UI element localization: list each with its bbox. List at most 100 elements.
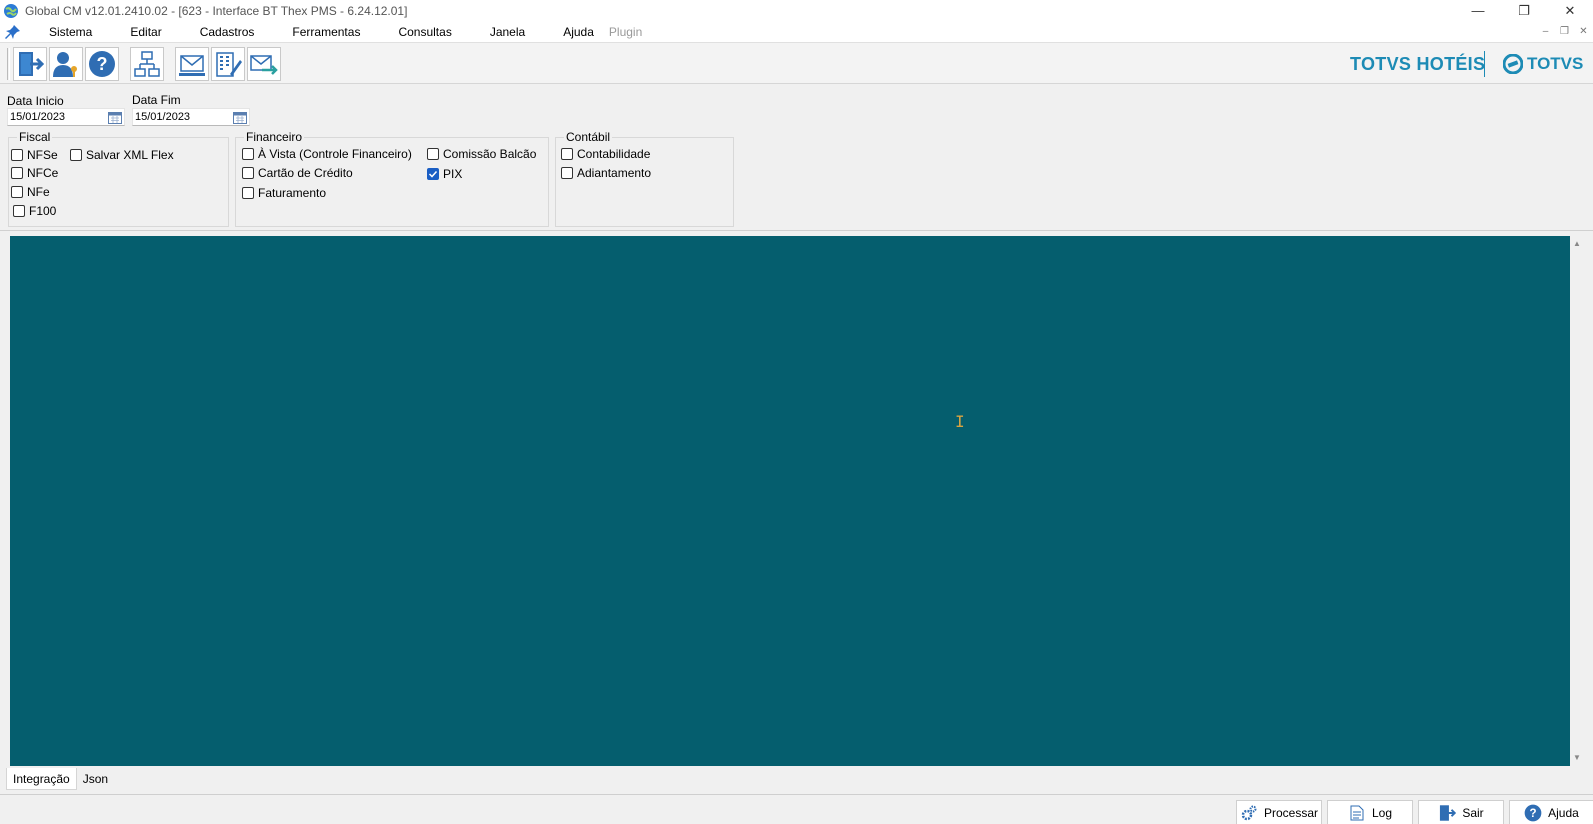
envelope-icon <box>179 55 205 76</box>
financeiro-group-title: Financeiro <box>244 130 305 144</box>
pix-label: PIX <box>443 167 463 181</box>
totvs-logo-icon <box>1503 54 1523 74</box>
contabilidade-label: Contabilidade <box>577 147 651 161</box>
mdi-controls: – ❐ ✕ <box>1536 23 1593 39</box>
mdi-minimize-button[interactable]: – <box>1536 23 1555 39</box>
toolbar: ? TOTVS HOTÉIS TOTVS <box>0 42 1593 84</box>
nfce-checkbox[interactable]: NFCe <box>11 166 58 180</box>
ajuda-button[interactable]: ? Ajuda <box>1509 800 1593 824</box>
calendar-icon[interactable] <box>108 111 122 124</box>
exit-door-icon <box>1438 804 1457 822</box>
contabilidade-checkbox[interactable]: Contabilidade <box>561 147 650 161</box>
menu-cadastros[interactable]: Cadastros <box>200 25 255 39</box>
scroll-up-icon[interactable]: ▲ <box>1573 239 1581 248</box>
restore-button[interactable]: ❐ <box>1501 0 1547 21</box>
menu-sistema[interactable]: Sistema <box>49 25 92 39</box>
title-bar: Global CM v12.01.2410.02 - [623 - Interf… <box>0 0 1593 21</box>
user-key-icon <box>53 52 77 77</box>
checkmark-icon <box>428 170 438 178</box>
checkbox-box[interactable] <box>242 167 254 179</box>
checkbox-box[interactable] <box>561 167 573 179</box>
envelope-button[interactable] <box>175 47 209 81</box>
scroll-down-icon[interactable]: ▼ <box>1573 753 1581 762</box>
processar-label: Processar <box>1263 806 1319 820</box>
calendar-icon[interactable] <box>233 111 247 124</box>
building-edit-button[interactable] <box>211 47 245 81</box>
menu-ferramentas[interactable]: Ferramentas <box>292 25 360 39</box>
vertical-scrollbar[interactable]: ▲ ▼ <box>1570 236 1586 766</box>
sair-button[interactable]: Sair <box>1418 800 1504 824</box>
mdi-close-button[interactable]: ✕ <box>1574 23 1593 39</box>
log-output-area[interactable] <box>10 236 1570 766</box>
comissao-label: Comissão Balcão <box>443 147 537 161</box>
checkbox-box[interactable] <box>11 149 23 161</box>
tab-json[interactable]: Json <box>77 768 114 790</box>
menu-ajuda[interactable]: Ajuda <box>563 25 594 39</box>
fiscal-group-title: Fiscal <box>17 130 53 144</box>
bottom-tabs: Integração Json <box>6 768 114 790</box>
menu-editar[interactable]: Editar <box>130 25 161 39</box>
checkbox-box[interactable] <box>561 148 573 160</box>
cartao-checkbox[interactable]: Cartão de Crédito <box>242 166 353 180</box>
minimize-button[interactable]: — <box>1455 0 1501 21</box>
a-vista-checkbox[interactable]: À Vista (Controle Financeiro) <box>242 147 412 161</box>
checkbox-box[interactable] <box>11 186 23 198</box>
ajuda-label: Ajuda <box>1548 806 1579 820</box>
data-fim-input[interactable]: 15/01/2023 <box>132 108 250 126</box>
mail-forward-button[interactable] <box>247 47 281 81</box>
user-key-button[interactable] <box>49 47 83 81</box>
close-button[interactable]: ✕ <box>1547 0 1593 21</box>
f100-checkbox[interactable]: F100 <box>13 204 56 218</box>
fiscal-group: Fiscal NFSe NFCe NFe F100 Salvar XML Fle… <box>8 130 229 227</box>
brand-totvs: TOTVS <box>1503 53 1583 75</box>
faturamento-checkbox[interactable]: Faturamento <box>242 186 326 200</box>
faturamento-label: Faturamento <box>258 186 327 200</box>
toolbar-grip[interactable] <box>7 48 10 80</box>
pin-icon[interactable] <box>3 23 23 41</box>
gears-icon <box>1240 804 1258 822</box>
log-button[interactable]: Log <box>1327 800 1413 824</box>
divider <box>0 230 1593 231</box>
globe-icon <box>4 3 18 18</box>
checkbox-box[interactable] <box>242 148 254 160</box>
processar-button[interactable]: Processar <box>1236 800 1322 824</box>
action-bar: Processar Log Sair ? Ajuda <box>0 794 1593 824</box>
mdi-restore-button[interactable]: ❐ <box>1555 23 1574 39</box>
data-fim-label: Data Fim <box>132 93 181 107</box>
nfe-checkbox[interactable]: NFe <box>11 185 50 199</box>
checkbox-box[interactable] <box>11 167 23 179</box>
mail-forward-icon <box>250 55 278 75</box>
tab-integracao[interactable]: Integração <box>6 768 77 790</box>
checkbox-box[interactable] <box>242 187 254 199</box>
data-inicio-input[interactable]: 15/01/2023 <box>7 108 125 126</box>
salvar-xml-checkbox[interactable]: Salvar XML Flex <box>70 148 174 162</box>
menu-consultas[interactable]: Consultas <box>398 25 451 39</box>
log-label: Log <box>1371 806 1393 820</box>
comissao-checkbox[interactable]: Comissão Balcão <box>427 147 536 161</box>
svg-text:?: ? <box>1530 808 1537 820</box>
checkbox-box[interactable] <box>70 149 82 161</box>
nfse-checkbox[interactable]: NFSe <box>11 148 58 162</box>
checkbox-box-checked[interactable] <box>427 168 439 180</box>
exit-button[interactable] <box>13 47 47 81</box>
network-icon <box>134 51 160 77</box>
pix-checkbox[interactable]: PIX <box>427 167 462 181</box>
checkbox-box[interactable] <box>427 148 439 160</box>
salvar-xml-label: Salvar XML Flex <box>86 148 174 162</box>
help-icon: ? <box>1524 804 1542 822</box>
adiantamento-checkbox[interactable]: Adiantamento <box>561 166 651 180</box>
network-button[interactable] <box>130 47 164 81</box>
brand-totvs-text: TOTVS <box>1527 54 1584 73</box>
a-vista-label: À Vista (Controle Financeiro) <box>258 147 412 161</box>
document-icon <box>1348 804 1366 822</box>
exit-door-icon <box>19 52 44 76</box>
brand-totvs-hoteis: TOTVS HOTÉIS <box>1350 53 1486 74</box>
window-title: Global CM v12.01.2410.02 - [623 - Interf… <box>25 3 408 18</box>
help-button[interactable]: ? <box>85 47 119 81</box>
contabil-group: Contábil Contabilidade Adiantamento <box>555 130 734 227</box>
checkbox-box[interactable] <box>13 205 25 217</box>
menu-janela[interactable]: Janela <box>490 25 525 39</box>
brand-separator <box>1484 51 1485 77</box>
data-fim-value: 15/01/2023 <box>135 111 191 123</box>
svg-text:?: ? <box>97 54 108 74</box>
